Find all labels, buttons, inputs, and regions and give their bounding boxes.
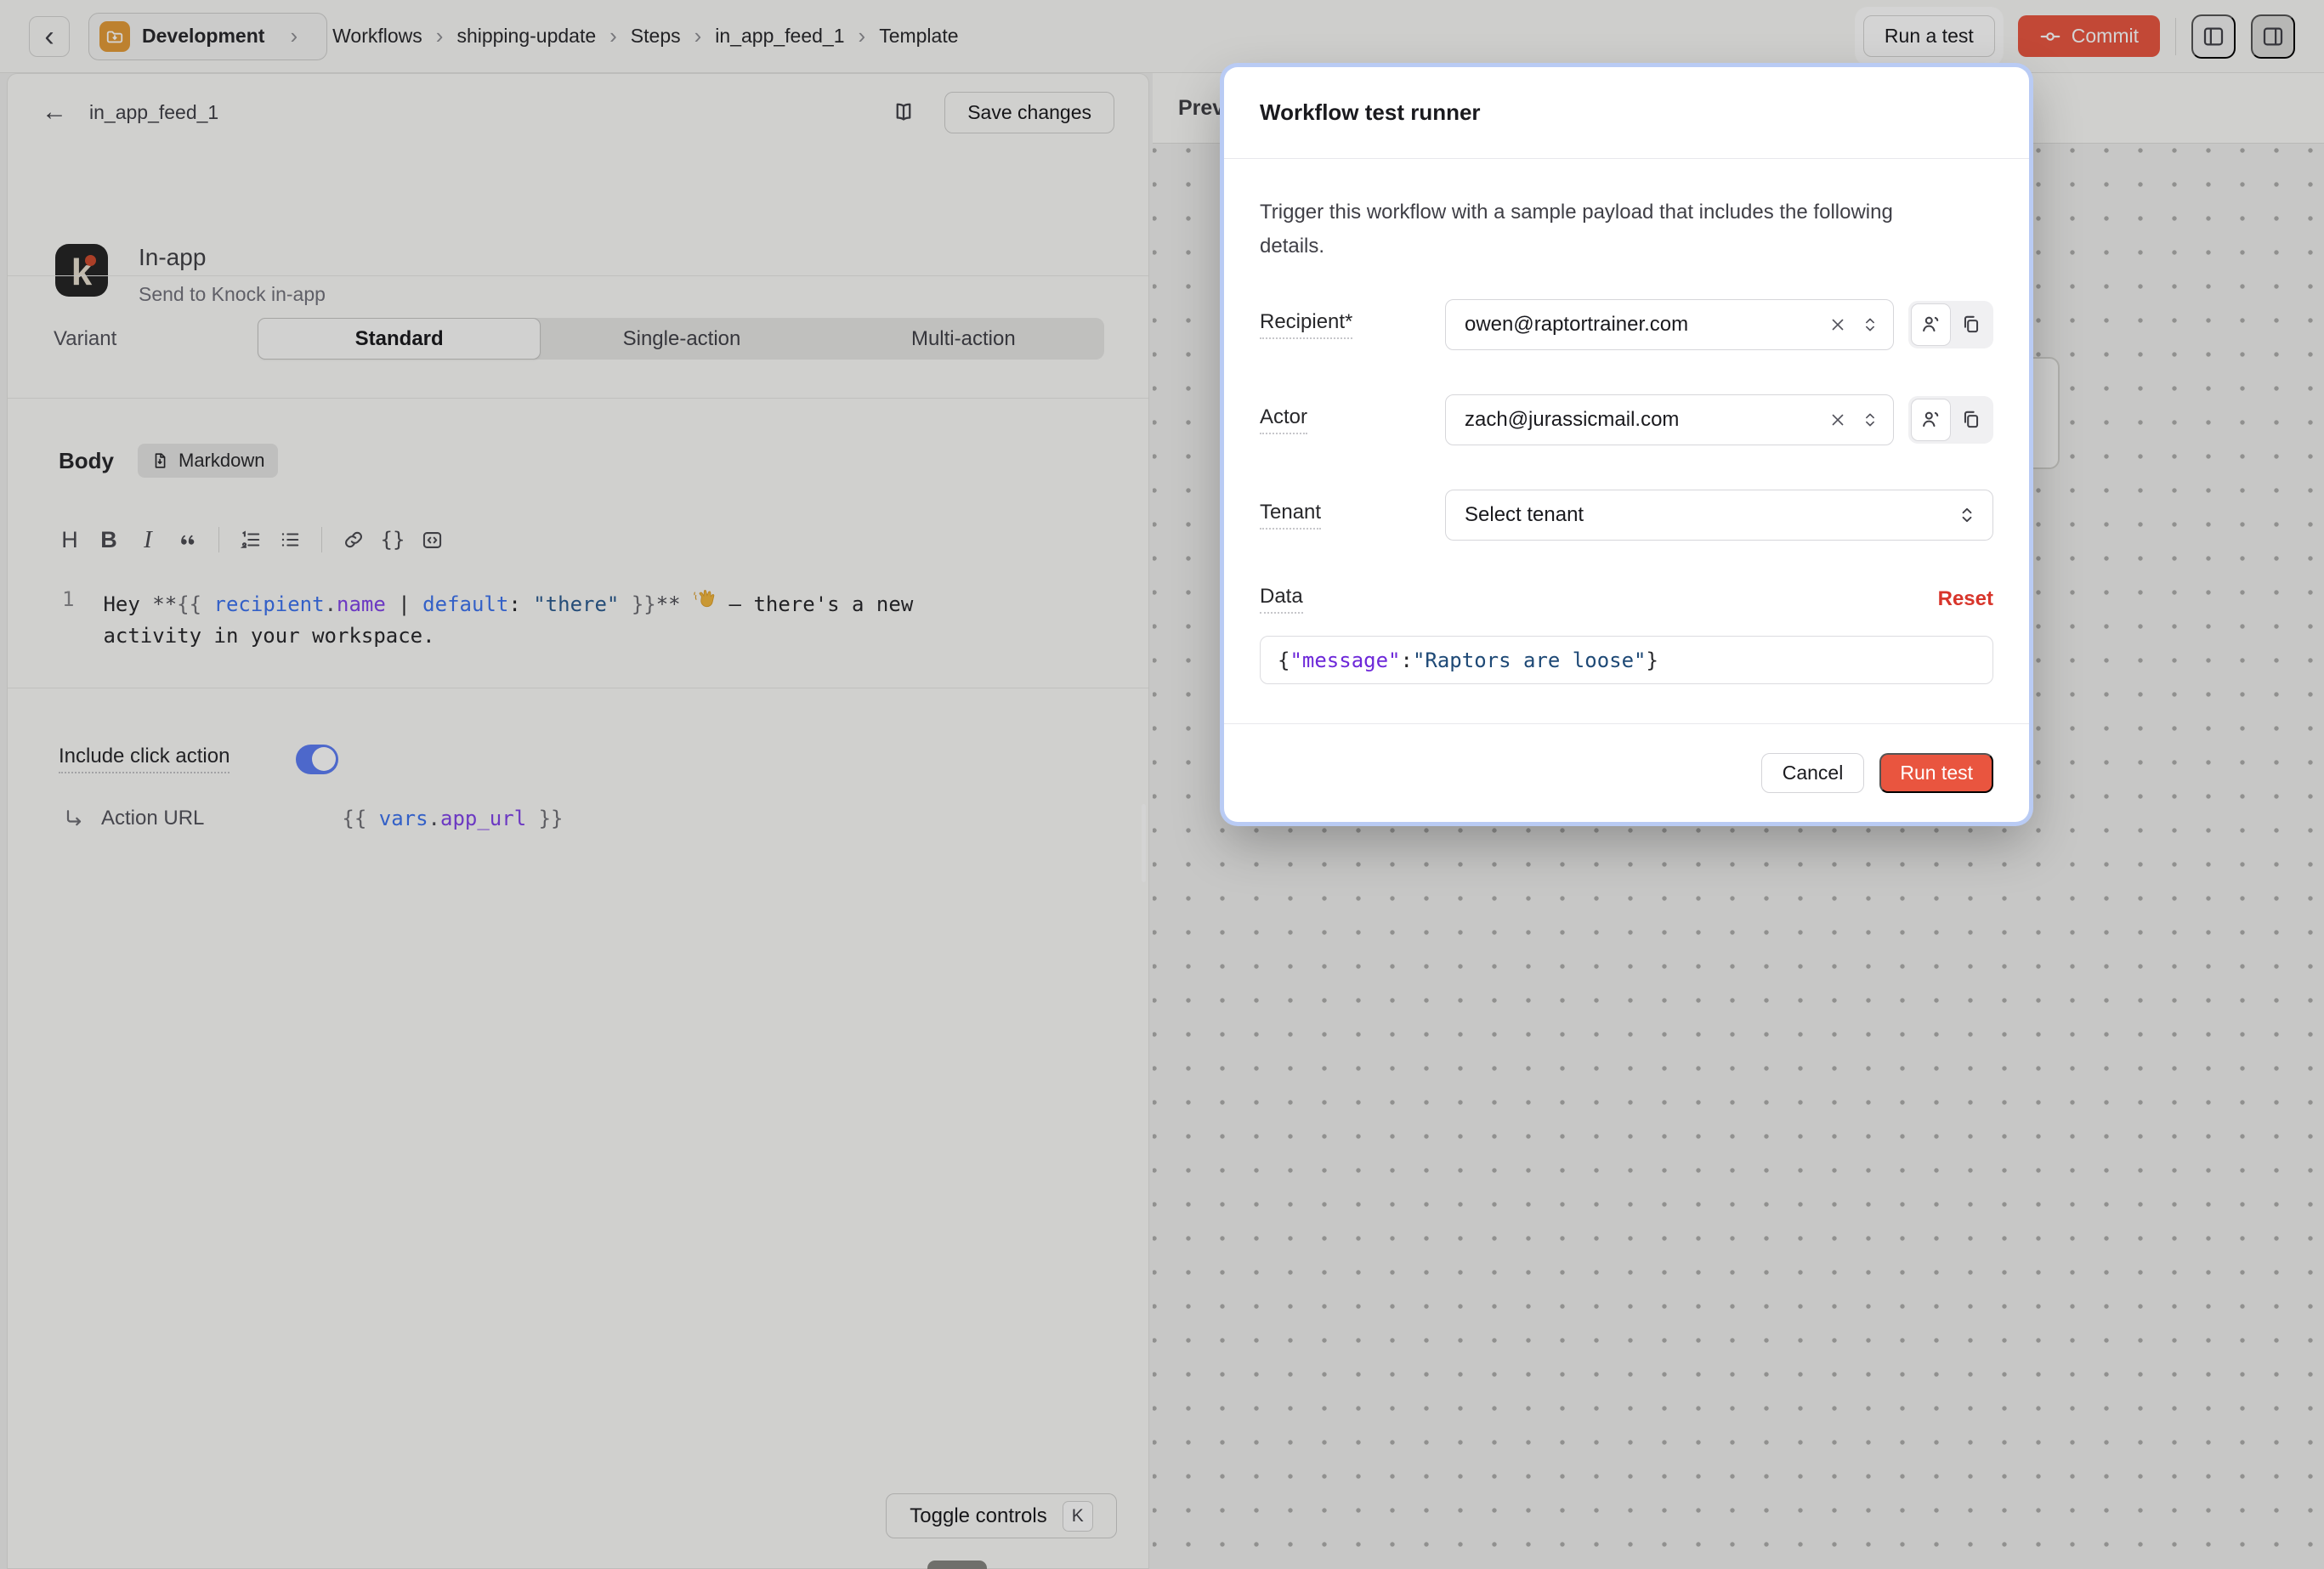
recipient-combobox[interactable]: owen@raptortrainer.com: [1445, 299, 1894, 350]
modal-footer: Cancel Run test: [1224, 723, 2029, 822]
modal-title: Workflow test runner: [1260, 99, 1481, 126]
data-json-input[interactable]: {"message": "Raptors are loose"}: [1260, 636, 1993, 684]
workflow-test-runner-modal: Workflow test runner Trigger this workfl…: [1224, 67, 2029, 822]
recipient-field-row: Recipient* owen@raptortrainer.com: [1260, 299, 1993, 350]
clear-x-icon[interactable]: [1828, 411, 1847, 429]
tenant-field-row: Tenant Select tenant: [1260, 490, 1993, 541]
chevron-updown-icon[interactable]: [1861, 315, 1879, 334]
clear-x-icon[interactable]: [1828, 315, 1847, 334]
data-section-header: Data Reset: [1260, 585, 1993, 614]
cancel-button[interactable]: Cancel: [1761, 753, 1865, 793]
select-user-button[interactable]: [1911, 399, 1951, 441]
tenant-select[interactable]: Select tenant: [1445, 490, 1993, 541]
actor-combobox[interactable]: zach@jurassicmail.com: [1445, 394, 1894, 445]
recipient-mode-group: [1908, 301, 1993, 348]
select-user-button[interactable]: [1911, 303, 1951, 346]
recipient-label: Recipient*: [1260, 310, 1445, 339]
modal-description: Trigger this workflow with a sample payl…: [1260, 195, 1923, 263]
run-test-button[interactable]: Run test: [1879, 753, 1993, 793]
recipient-value[interactable]: owen@raptortrainer.com: [1465, 313, 1815, 337]
json-copy-button[interactable]: [1951, 303, 1991, 346]
chevron-updown-icon: [1957, 505, 1977, 525]
actor-label: Actor: [1260, 405, 1445, 434]
tenant-placeholder: Select tenant: [1465, 503, 1584, 527]
chevron-updown-icon[interactable]: [1861, 411, 1879, 429]
actor-value[interactable]: zach@jurassicmail.com: [1465, 408, 1815, 432]
tenant-label: Tenant: [1260, 501, 1445, 530]
data-label: Data: [1260, 585, 1445, 614]
json-copy-button[interactable]: [1951, 399, 1991, 441]
actor-field-row: Actor zach@jurassicmail.com: [1260, 394, 1993, 445]
reset-link[interactable]: Reset: [1938, 587, 1993, 611]
actor-mode-group: [1908, 396, 1993, 444]
